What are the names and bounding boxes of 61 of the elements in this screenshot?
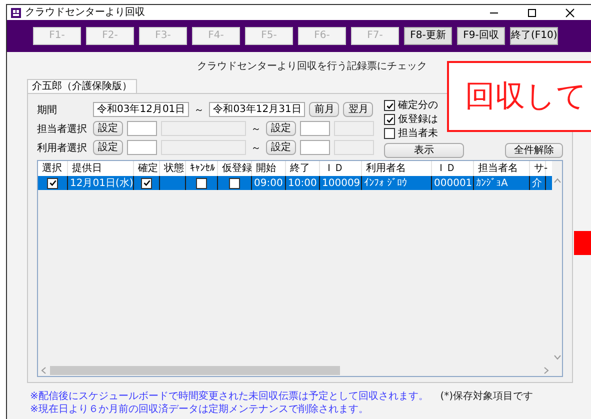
option-label: 仮登録は: [398, 114, 438, 126]
tab[interactable]: 介五郎（介護保険版）: [27, 79, 137, 93]
checkbox[interactable]: [47, 178, 58, 188]
instruction-text: クラウドセンターより回収を行う記録票にチェック: [196, 60, 428, 74]
chevron-up-icon[interactable]: [554, 178, 560, 183]
field-label: 担当者選択: [37, 122, 88, 136]
checkbox[interactable]: [196, 178, 207, 188]
chevron-right-icon[interactable]: [544, 366, 549, 374]
table-cell: 10:00: [286, 176, 320, 190]
table-cell: 介: [530, 176, 546, 190]
function-key-button[interactable]: F9-回収: [457, 27, 505, 45]
table-cell: ｶﾝｼﾞｮA: [474, 176, 530, 190]
range-separator: ～: [193, 104, 206, 116]
maximize-icon[interactable]: [527, 8, 537, 18]
horizontal-scrollbar[interactable]: [38, 364, 552, 376]
checkbox[interactable]: [141, 178, 152, 188]
field-label: 利用者選択: [37, 142, 88, 154]
function-key-button[interactable]: 終了(F10): [510, 27, 558, 45]
function-key-button[interactable]: F8-更新: [404, 27, 452, 45]
highlight-block: [574, 231, 591, 255]
option-label: 担当者未: [398, 128, 438, 140]
legend-text: (*)保存対象項目です: [440, 390, 533, 404]
table-cell: ｲﾝﾌｫ ｼﾞﾛｳ: [362, 176, 432, 190]
input-field[interactable]: [127, 121, 157, 136]
table-row[interactable]: 12月01日(水) 09:00 10:00 100009 ｲﾝﾌｫ ｼﾞﾛｳ 000001 ｶﾝｼﾞｮA 介: [38, 176, 552, 190]
input-field[interactable]: [127, 140, 157, 155]
note-text: ※現在日より６か月前の回収済データは定期メンテナンスで削除されます。: [30, 403, 370, 416]
set-button[interactable]: 設定: [93, 140, 123, 155]
month-button[interactable]: 翌月: [343, 102, 374, 117]
note-text: ※配信後にスケジュールボードで時間変更された未回収伝票は予定として回収されます。: [30, 390, 428, 403]
table-cell: 100009: [320, 176, 362, 190]
close-icon[interactable]: [565, 8, 575, 18]
field-label: 期間: [37, 104, 58, 116]
show-button[interactable]: 表示: [384, 143, 464, 158]
name-field: [334, 140, 374, 155]
option-label: 確定分の: [398, 100, 438, 112]
window-title: クラウドセンターより回収: [25, 6, 145, 18]
table-cell: 000001: [432, 176, 474, 190]
callout-text: 回収して: [465, 78, 587, 114]
checkbox[interactable]: [384, 128, 395, 139]
chevron-down-icon[interactable]: [554, 355, 560, 360]
checkbox[interactable]: [229, 178, 240, 188]
table-cell: 12月01日(水): [68, 176, 134, 190]
range-separator: ～: [250, 122, 262, 136]
name-field: [334, 121, 374, 136]
scrollbar-thumb[interactable]: [50, 366, 340, 374]
input-field[interactable]: [300, 140, 330, 155]
range-separator: ～: [250, 142, 262, 154]
date-field[interactable]: 令和03年12月31日: [209, 102, 306, 117]
month-button[interactable]: 前月: [309, 102, 340, 117]
set-button[interactable]: 設定: [93, 121, 123, 136]
clear-all-button[interactable]: 全件解除: [505, 143, 563, 158]
chevron-left-icon[interactable]: [41, 366, 46, 374]
set-button[interactable]: 設定: [266, 140, 296, 155]
input-field[interactable]: [300, 121, 330, 136]
app-icon: [11, 8, 21, 18]
checkbox[interactable]: [384, 100, 395, 111]
checkbox[interactable]: [384, 114, 395, 125]
set-button[interactable]: 設定: [266, 121, 296, 136]
date-field[interactable]: 令和03年12月01日: [93, 102, 190, 117]
table-cell: 09:00: [252, 176, 286, 190]
